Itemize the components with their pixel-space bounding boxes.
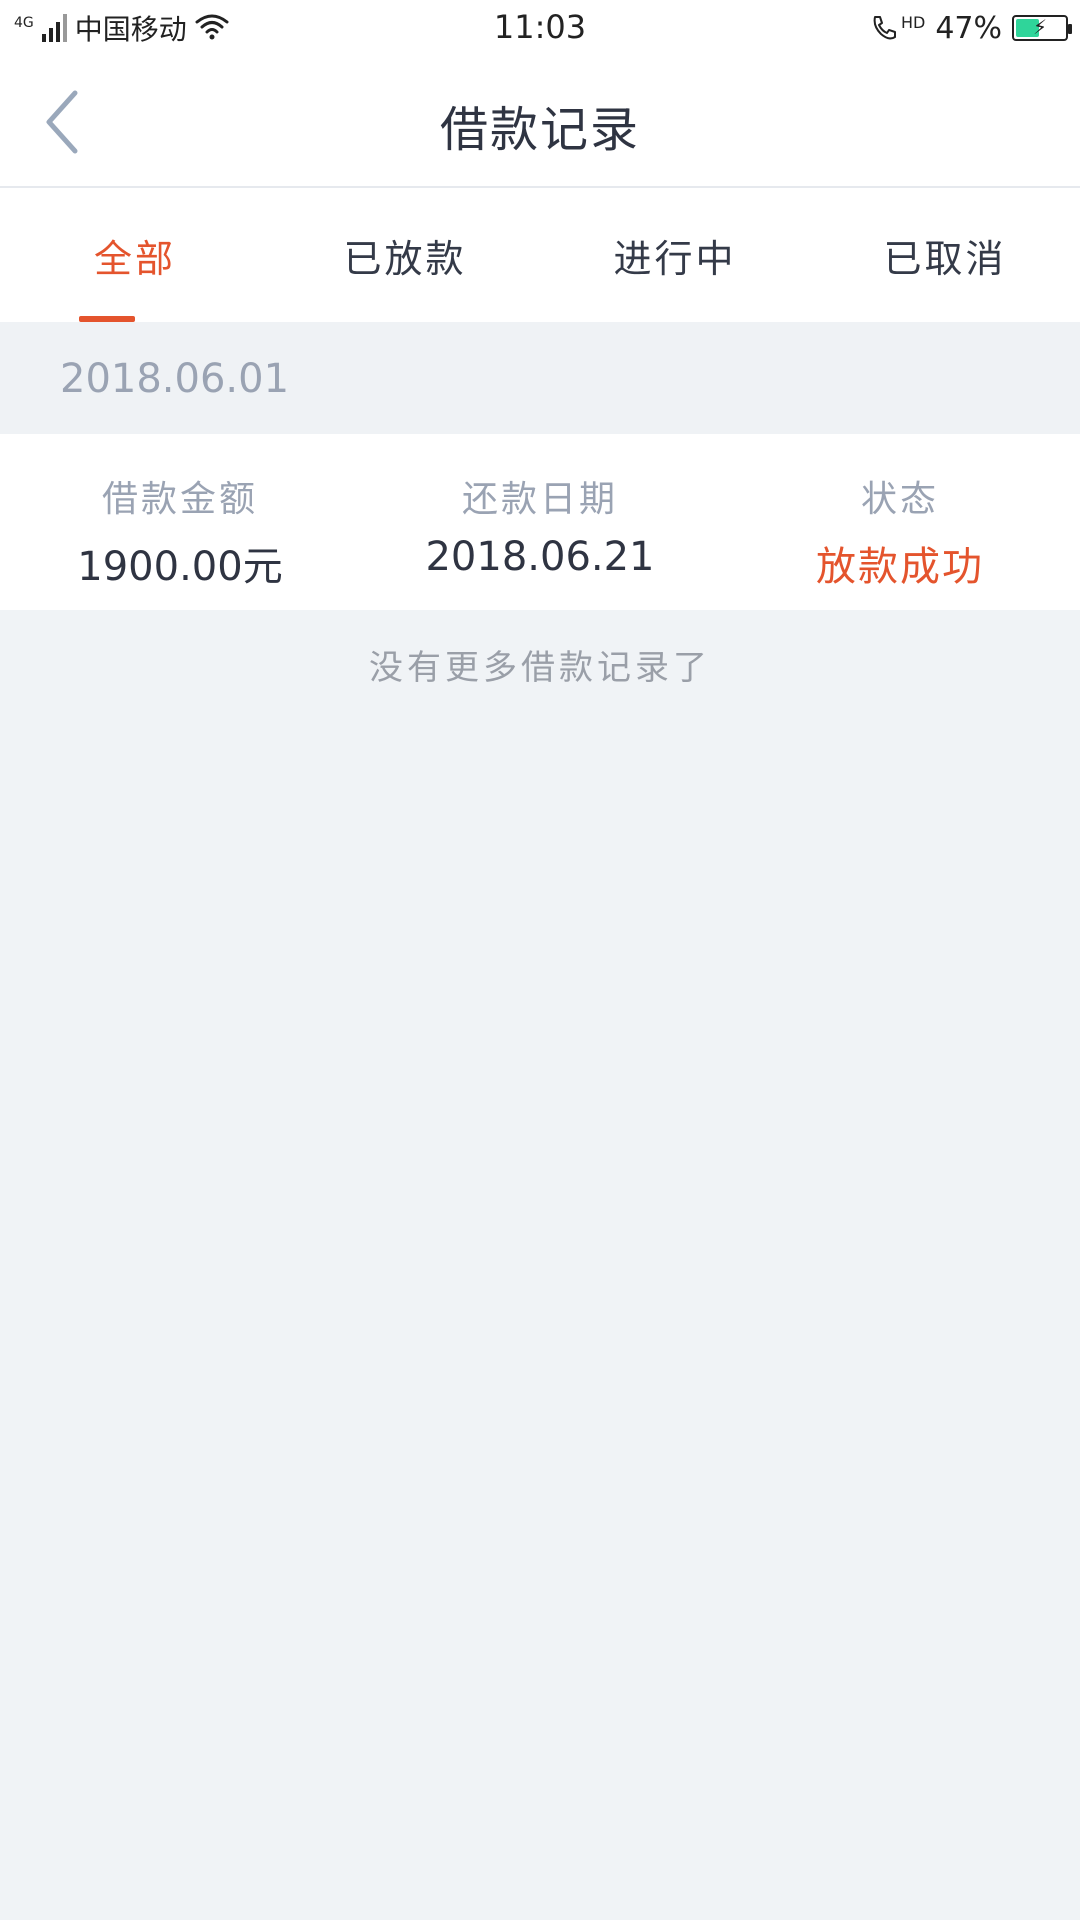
battery-percent: 47% bbox=[935, 10, 1002, 46]
tab-label: 进行中 bbox=[613, 236, 737, 281]
tab-cancelled[interactable]: 已取消 bbox=[810, 188, 1080, 322]
repay-date-label: 还款日期 bbox=[461, 479, 618, 520]
hd-label: HD bbox=[900, 12, 926, 32]
tab-label: 全部 bbox=[93, 236, 176, 281]
charging-icon: ⚡ bbox=[1032, 15, 1048, 39]
page-title: 借款记录 bbox=[439, 102, 640, 158]
amount-label: 借款金额 bbox=[101, 479, 258, 520]
hd-call-icon: HD bbox=[869, 13, 925, 43]
record-date: 2018.06.01 bbox=[60, 356, 290, 402]
status-badge: 放款成功 bbox=[816, 544, 984, 590]
repay-date-column: 还款日期 2018.06.21 bbox=[360, 434, 720, 610]
filter-tabs: 全部 已放款 进行中 已取消 bbox=[0, 188, 1080, 322]
battery-icon: ⚡ bbox=[1012, 15, 1072, 41]
no-more-records-text: 没有更多借款记录了 bbox=[369, 648, 711, 688]
status-right: HD 47% ⚡ bbox=[869, 8, 1072, 48]
record-date-header: 2018.06.01 bbox=[0, 322, 1080, 434]
amount-value: 1900.00元 bbox=[77, 544, 283, 590]
tab-label: 已取消 bbox=[883, 236, 1007, 281]
amount-column: 借款金额 1900.00元 bbox=[0, 434, 360, 610]
nav-bar: 借款记录 bbox=[0, 56, 1080, 188]
tab-all[interactable]: 全部 bbox=[0, 188, 270, 322]
tab-label: 已放款 bbox=[343, 236, 467, 281]
status-bar: 4G 中国移动 11:03 HD 47% ⚡ bbox=[0, 0, 1080, 56]
tab-in-progress[interactable]: 进行中 bbox=[540, 188, 810, 322]
loan-record-row[interactable]: 借款金额 1900.00元 还款日期 2018.06.21 状态 放款成功 bbox=[0, 434, 1080, 610]
tab-disbursed[interactable]: 已放款 bbox=[270, 188, 540, 322]
status-label: 状态 bbox=[860, 479, 939, 520]
repay-date-value: 2018.06.21 bbox=[425, 534, 655, 580]
status-column: 状态 放款成功 bbox=[720, 434, 1080, 610]
